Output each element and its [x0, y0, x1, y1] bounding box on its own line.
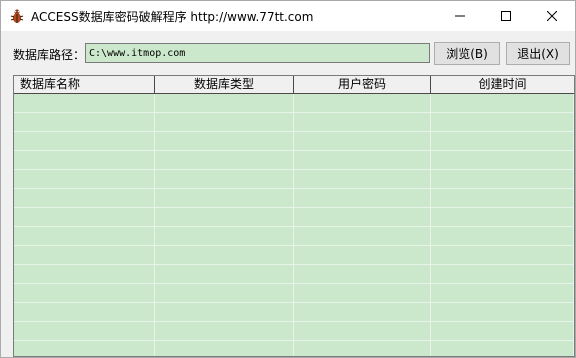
table-cell [294, 284, 431, 303]
table-cell [14, 284, 155, 303]
table-row[interactable] [14, 94, 574, 113]
table-cell [294, 341, 431, 356]
table-cell [155, 94, 294, 113]
table-cell [294, 246, 431, 265]
table-cell [431, 94, 574, 113]
close-icon [547, 11, 557, 21]
table-cell [431, 303, 574, 322]
table-cell [294, 322, 431, 341]
table-cell [155, 170, 294, 189]
table-row[interactable] [14, 189, 574, 208]
close-button[interactable] [529, 1, 575, 31]
database-path-input[interactable] [85, 43, 430, 63]
table-cell [155, 151, 294, 170]
table-row[interactable] [14, 341, 574, 356]
table-cell [431, 132, 574, 151]
table-cell [294, 94, 431, 113]
table-cell [294, 265, 431, 284]
table-cell [14, 151, 155, 170]
table-row[interactable] [14, 284, 574, 303]
table-cell [294, 189, 431, 208]
table-cell [14, 227, 155, 246]
table-cell [155, 284, 294, 303]
column-header-db-name[interactable]: 数据库名称 [14, 76, 155, 94]
table-cell [155, 322, 294, 341]
table-cell [294, 208, 431, 227]
table-cell [14, 189, 155, 208]
exit-button[interactable]: 退出(X) [506, 42, 570, 65]
table-cell [431, 265, 574, 284]
table-cell [14, 113, 155, 132]
table-cell [431, 113, 574, 132]
table-cell [14, 132, 155, 151]
table-cell [155, 227, 294, 246]
table-row[interactable] [14, 246, 574, 265]
results-grid[interactable]: 数据库名称 数据库类型 用户密码 创建时间 [13, 75, 575, 357]
table-cell [431, 189, 574, 208]
table-row[interactable] [14, 303, 574, 322]
maximize-button[interactable] [483, 1, 529, 31]
table-row[interactable] [14, 227, 574, 246]
table-cell [431, 284, 574, 303]
table-cell [294, 113, 431, 132]
table-row[interactable] [14, 132, 574, 151]
table-cell [431, 227, 574, 246]
main-window: ACCESS数据库密码破解程序 http://www.77tt.com 数据库路… [0, 0, 576, 358]
table-row[interactable] [14, 265, 574, 284]
table-cell [155, 132, 294, 151]
table-cell [14, 265, 155, 284]
grid-header: 数据库名称 数据库类型 用户密码 创建时间 [14, 76, 574, 94]
title-bar[interactable]: ACCESS数据库密码破解程序 http://www.77tt.com [1, 1, 575, 31]
table-cell [155, 208, 294, 227]
table-cell [431, 246, 574, 265]
table-cell [14, 341, 155, 356]
table-row[interactable] [14, 208, 574, 227]
maximize-icon [501, 11, 511, 21]
table-cell [294, 132, 431, 151]
database-path-label: 数据库路径： [13, 48, 86, 62]
table-cell [431, 341, 574, 356]
minimize-icon [455, 15, 465, 17]
table-cell [155, 189, 294, 208]
column-header-db-type[interactable]: 数据库类型 [155, 76, 294, 94]
table-cell [294, 151, 431, 170]
table-cell [431, 151, 574, 170]
table-cell [14, 246, 155, 265]
grid-rows [14, 94, 574, 356]
minimize-button[interactable] [437, 1, 483, 31]
column-header-user-password[interactable]: 用户密码 [294, 76, 431, 94]
table-row[interactable] [14, 113, 574, 132]
table-cell [294, 303, 431, 322]
bug-app-icon [10, 9, 24, 23]
table-row[interactable] [14, 170, 574, 189]
table-row[interactable] [14, 322, 574, 341]
table-cell [155, 113, 294, 132]
window-title: ACCESS数据库密码破解程序 http://www.77tt.com [31, 10, 314, 24]
table-cell [431, 322, 574, 341]
table-cell [14, 303, 155, 322]
table-row[interactable] [14, 151, 574, 170]
table-cell [294, 227, 431, 246]
table-cell [431, 170, 574, 189]
table-cell [14, 94, 155, 113]
table-cell [14, 208, 155, 227]
table-cell [431, 208, 574, 227]
table-cell [155, 246, 294, 265]
table-cell [155, 303, 294, 322]
table-cell [294, 170, 431, 189]
table-cell [155, 341, 294, 356]
table-cell [155, 265, 294, 284]
browse-button[interactable]: 浏览(B) [434, 42, 500, 65]
column-header-created-time[interactable]: 创建时间 [431, 76, 574, 94]
table-cell [14, 322, 155, 341]
table-cell [14, 170, 155, 189]
